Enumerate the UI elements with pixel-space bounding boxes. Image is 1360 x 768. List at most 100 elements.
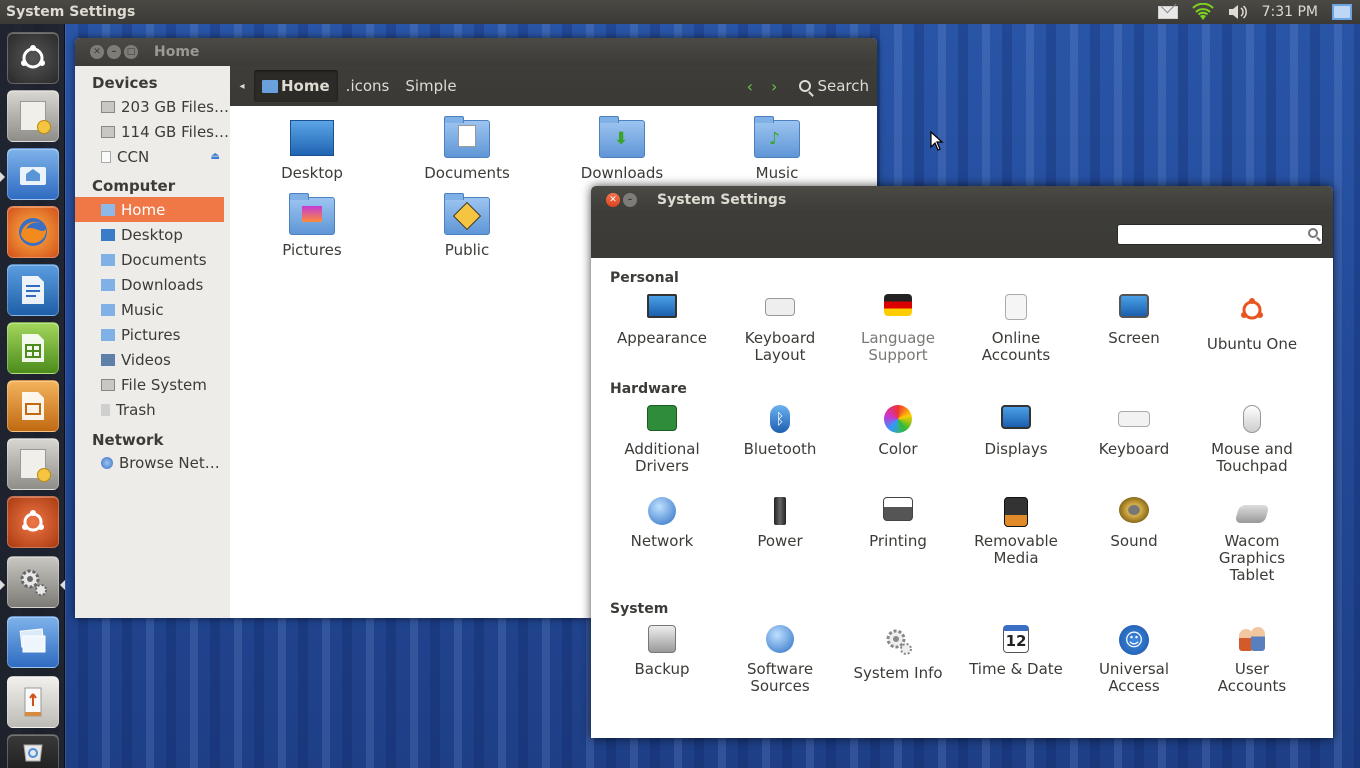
back-arrow-icon[interactable]: ‹ (747, 77, 753, 96)
file-item-downloads[interactable]: ⬇ Downloads (562, 116, 682, 182)
close-button[interactable]: ✕ (90, 45, 104, 59)
firefox-icon (19, 218, 47, 246)
settings-color[interactable]: Color (839, 405, 957, 458)
settings-user-accounts[interactable]: User Accounts (1193, 625, 1311, 695)
calc-icon (22, 334, 44, 362)
appearance-icon (647, 294, 677, 318)
settings-software-sources[interactable]: Software Sources (721, 625, 839, 695)
sidebar-item-browse-network[interactable]: Browse Net… (75, 450, 230, 475)
launcher-workspace-switcher[interactable] (7, 616, 59, 668)
running-indicator (0, 580, 5, 590)
battery-icon (774, 497, 786, 525)
sidebar-item-home[interactable]: Home (75, 197, 224, 222)
sidebar-item-pictures[interactable]: Pictures (75, 322, 230, 347)
downloads-folder-icon (101, 278, 115, 291)
sidebar-item-documents[interactable]: Documents (75, 247, 230, 272)
launcher-libreoffice-writer[interactable] (7, 264, 59, 316)
launcher-ubuntu-one[interactable] (7, 496, 59, 548)
file-item-pictures[interactable]: Pictures (252, 193, 372, 259)
settings-keyboard-layout[interactable]: Keyboard Layout (721, 294, 839, 364)
network-header: Network (92, 431, 164, 449)
breadcrumb-scroll-left[interactable]: ◂ (230, 81, 254, 92)
sidebar-item-drive-203gb[interactable]: 203 GB Files… (75, 94, 230, 119)
files-toolbar: ◂ Home .icons Simple ‹ › Search (230, 66, 877, 106)
forward-arrow-icon[interactable]: › (771, 77, 777, 96)
color-icon (884, 405, 912, 433)
dash-home-button[interactable] (7, 32, 59, 84)
launcher-software-center[interactable] (7, 90, 59, 142)
settings-universal-access[interactable]: ☺ Universal Access (1075, 625, 1193, 695)
settings-removable-media[interactable]: Removable Media (957, 497, 1075, 567)
indicator-area: 7:31 PM (1157, 3, 1360, 21)
launcher-system-settings[interactable] (7, 556, 59, 608)
breadcrumb-simple[interactable]: Simple (397, 70, 464, 102)
hard-drive-icon (101, 125, 115, 138)
settings-sound[interactable]: Sound (1075, 497, 1193, 550)
keyboard-icon (1118, 411, 1150, 427)
files-titlebar[interactable]: ✕ – □ Home (75, 38, 877, 66)
file-item-music[interactable]: ♪ Music (717, 116, 837, 182)
settings-online-accounts[interactable]: Online Accounts (957, 294, 1075, 364)
settings-titlebar[interactable]: ✕ – System Settings (591, 186, 1333, 214)
clock[interactable]: 7:31 PM (1262, 4, 1318, 20)
launcher-trash[interactable] (7, 734, 59, 768)
trash-icon (23, 744, 43, 761)
eject-icon[interactable]: ⏏ (211, 151, 220, 162)
launcher-usb-device[interactable] (7, 676, 59, 728)
breadcrumb-home[interactable]: Home (254, 70, 338, 102)
settings-search-input[interactable] (1117, 224, 1323, 245)
settings-toolbar (591, 214, 1333, 258)
sidebar-item-downloads[interactable]: Downloads (75, 272, 230, 297)
devices-header: Devices (92, 74, 158, 92)
launcher-libreoffice-calc[interactable] (7, 322, 59, 374)
launcher (0, 24, 65, 768)
file-item-documents[interactable]: Documents (407, 116, 527, 182)
close-button[interactable]: ✕ (606, 193, 620, 207)
settings-mouse-touchpad[interactable]: Mouse and Touchpad (1193, 405, 1311, 475)
settings-network[interactable]: Network (603, 497, 721, 550)
settings-bluetooth[interactable]: ᛒ Bluetooth (721, 405, 839, 458)
settings-language-support[interactable]: Language Support (839, 294, 957, 364)
file-item-public[interactable]: Public (407, 193, 527, 259)
search-button[interactable]: Search (799, 77, 877, 95)
minimize-button[interactable]: – (107, 45, 121, 59)
volume-icon[interactable] (1228, 4, 1248, 20)
settings-keyboard[interactable]: Keyboard (1075, 405, 1193, 458)
settings-backup[interactable]: Backup (603, 625, 721, 678)
sidebar-item-trash[interactable]: Trash (75, 397, 230, 422)
breadcrumb-icons[interactable]: .icons (338, 70, 398, 102)
launcher-firefox[interactable] (7, 206, 59, 258)
settings-displays[interactable]: Displays (957, 405, 1075, 458)
session-menu-icon[interactable] (1332, 4, 1352, 20)
sidebar-item-ccn[interactable]: CCN ⏏ (75, 144, 230, 169)
settings-additional-drivers[interactable]: Additional Drivers (603, 405, 721, 475)
settings-appearance[interactable]: Appearance (603, 294, 721, 347)
file-item-desktop[interactable]: Desktop (252, 120, 372, 182)
wifi-icon[interactable] (1191, 3, 1214, 21)
section-hardware: Hardware (610, 381, 687, 397)
minimize-button[interactable]: – (623, 193, 637, 207)
downloads-folder-icon: ⬇ (599, 116, 645, 158)
settings-time-date[interactable]: 12 Time & Date (957, 625, 1075, 678)
settings-wacom-tablet[interactable]: Wacom Graphics Tablet (1193, 497, 1311, 584)
settings-screen[interactable]: Screen (1075, 294, 1193, 347)
sidebar-item-desktop[interactable]: Desktop (75, 222, 230, 247)
sidebar-item-file-system[interactable]: File System (75, 372, 230, 397)
sidebar-item-videos[interactable]: Videos (75, 347, 230, 372)
maximize-button[interactable]: □ (124, 45, 138, 59)
software-center-icon (20, 449, 51, 482)
launcher-software-center-2[interactable] (7, 438, 59, 490)
launcher-libreoffice-impress[interactable] (7, 380, 59, 432)
places-sidebar: Devices 203 GB Files… 114 GB Files… CCN ⏏… (75, 66, 230, 618)
sidebar-item-music[interactable]: Music (75, 297, 230, 322)
settings-system-info[interactable]: System Info (839, 625, 957, 682)
launcher-home-folder[interactable] (7, 148, 59, 200)
home-folder-icon (101, 203, 115, 216)
calendar-icon: 12 (1003, 625, 1029, 653)
settings-power[interactable]: Power (721, 497, 839, 550)
sidebar-item-drive-114gb[interactable]: 114 GB Files… (75, 119, 230, 144)
settings-printing[interactable]: Printing (839, 497, 957, 550)
settings-ubuntu-one[interactable]: Ubuntu One (1193, 294, 1311, 353)
mail-icon[interactable] (1157, 5, 1178, 19)
pictures-folder-icon (101, 328, 115, 341)
